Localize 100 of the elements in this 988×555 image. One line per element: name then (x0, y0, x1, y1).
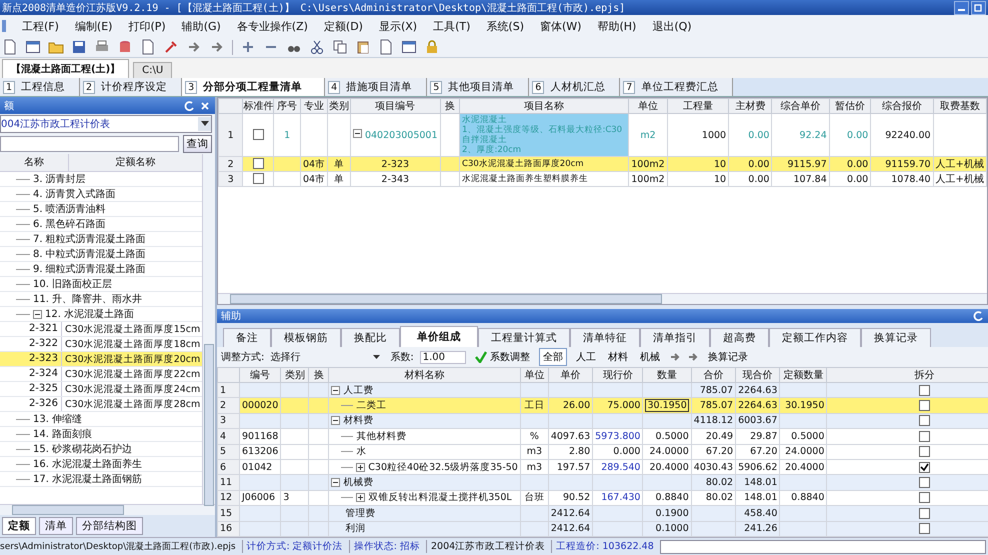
menu-item[interactable]: 定额(D) (324, 18, 363, 34)
plus-icon[interactable] (240, 39, 256, 55)
tab[interactable]: 模板钢筋 (271, 328, 341, 347)
copy-icon[interactable] (332, 39, 348, 55)
tree-item[interactable]: 4. 沥青贯入式路面 (33, 187, 116, 201)
tree-item[interactable]: 17. 水泥混凝土路面钢筋 (33, 472, 142, 486)
tree-item[interactable]: 3. 沥青封层 (33, 172, 86, 186)
search-button[interactable]: 查询 (183, 135, 212, 153)
tab[interactable]: 换配比 (341, 328, 400, 347)
refresh-icon[interactable] (973, 310, 984, 322)
page-tab[interactable]: 1 工程信息 (0, 78, 80, 96)
tab[interactable]: 备注 (223, 328, 271, 347)
expand-icon[interactable] (356, 462, 366, 472)
menu-item[interactable]: 系统(S) (486, 18, 524, 34)
factor-field[interactable]: 1.00 (420, 350, 466, 364)
quota-code[interactable]: 2-321 (0, 322, 62, 336)
tree-item[interactable]: 15. 砂浆砌花岗石护边 (33, 442, 132, 456)
menu-item[interactable]: 显示(X) (378, 18, 418, 34)
filter-button[interactable]: 人工 (572, 349, 599, 365)
checkbox[interactable] (918, 446, 930, 458)
cut-icon[interactable] (309, 39, 325, 55)
filter-button[interactable]: 全部 (538, 348, 567, 366)
menu-item[interactable]: 帮助(H) (597, 18, 636, 34)
quota-name[interactable]: C30水泥混凝土路面厚度18cm (62, 338, 200, 350)
menu-item[interactable]: 各专业操作(Z) (236, 18, 308, 34)
collapse-icon[interactable] (331, 386, 340, 395)
checkbox[interactable] (918, 430, 930, 442)
tab[interactable]: 清单特征 (570, 328, 640, 347)
page-tab[interactable]: 3 分部分项工程量清单 (182, 78, 326, 96)
panel-tab[interactable]: 清单 (39, 517, 73, 535)
vertical-scrollbar[interactable] (202, 154, 215, 504)
collapse-icon[interactable] (352, 129, 362, 138)
tab[interactable]: 工程量计算式 (478, 328, 570, 347)
search-field[interactable] (0, 136, 179, 152)
quota-code[interactable]: 2-323 (0, 352, 62, 366)
checkbox[interactable] (918, 400, 930, 412)
tree-item[interactable]: 11. 升、降窨井、雨水井 (33, 292, 142, 306)
quota-name[interactable]: C30水泥混凝土路面厚度20cm (62, 352, 200, 366)
tree-item[interactable]: 13. 伸缩缝 (33, 412, 82, 426)
document-tab[interactable]: 【混凝土路面工程(土)】 (2, 59, 130, 78)
collapse-icon[interactable] (331, 478, 340, 488)
doc-icon[interactable] (378, 39, 394, 55)
menu-item[interactable]: 打印(P) (128, 18, 166, 34)
tab[interactable]: 定额工作内容 (769, 328, 861, 347)
tab[interactable]: 换算记录 (861, 328, 931, 347)
menu-item[interactable]: 编制(E) (74, 18, 112, 34)
library-dropdown[interactable]: 004江苏市政工程计价表 (0, 115, 212, 133)
checkbox[interactable] (252, 173, 264, 184)
checkbox[interactable] (918, 508, 930, 519)
window-icon[interactable] (401, 39, 417, 55)
quota-code[interactable]: 2-322 (0, 337, 62, 351)
arrow-icon[interactable] (686, 351, 699, 363)
menu-item[interactable]: 窗体(W) (540, 18, 582, 34)
quota-code[interactable]: 2-325 (0, 382, 62, 396)
menu-item[interactable]: 辅助(G) (182, 18, 221, 34)
checkbox[interactable] (252, 158, 264, 170)
menu-item[interactable]: 工具(T) (433, 18, 470, 34)
tree-item[interactable]: 7. 粗粒式沥青混凝土路面 (33, 232, 146, 246)
window-icon[interactable] (25, 39, 41, 55)
quota-name[interactable]: C30水泥混凝土路面厚度24cm (62, 382, 200, 396)
close-icon[interactable] (199, 100, 211, 112)
quota-name[interactable]: C30水泥混凝土路面厚度15cm (62, 322, 200, 336)
checkbox[interactable] (918, 415, 930, 426)
page-tab[interactable]: 5 其他项目清单 (427, 78, 530, 96)
refresh-icon[interactable] (183, 100, 195, 112)
collapse-icon[interactable] (331, 416, 340, 426)
panel-tab[interactable]: 定额 (2, 517, 36, 535)
doc-icon[interactable] (140, 39, 156, 55)
tab[interactable]: 超高费 (710, 328, 769, 347)
quota-code[interactable]: 2-326 (0, 397, 62, 411)
checkbox[interactable] (918, 384, 930, 396)
horizontal-scrollbar[interactable] (218, 293, 987, 304)
page-tab[interactable]: 6 人材机汇总 (529, 78, 620, 96)
page-tab[interactable]: 2 计价程序设定 (80, 78, 182, 96)
horizontal-scrollbar[interactable] (0, 504, 215, 515)
quota-name[interactable]: C30水泥混凝土路面厚度28cm (62, 398, 200, 410)
quota-code[interactable]: 2-324 (0, 367, 62, 381)
page-tab[interactable]: 4 措施项目清单 (325, 78, 428, 96)
checkbox[interactable] (918, 462, 930, 473)
lock-icon[interactable] (424, 39, 440, 55)
tree-item[interactable]: 14. 路面刻痕 (33, 427, 92, 441)
expand-icon[interactable] (356, 493, 366, 502)
quota-name[interactable]: C30水泥混凝土路面厚度22cm (62, 368, 200, 380)
minimize-button[interactable] (954, 0, 969, 14)
tab[interactable]: 单价组成 (400, 326, 478, 347)
doc-icon[interactable] (2, 39, 18, 55)
filter-button[interactable]: 材料 (604, 349, 631, 365)
conversion-record-button[interactable]: 换算记录 (704, 349, 751, 365)
save-icon[interactable] (71, 39, 87, 55)
arrow-icon[interactable] (668, 351, 681, 363)
restore-button[interactable] (971, 0, 986, 14)
tree-item[interactable]: 8. 中粒式沥青混凝土路面 (33, 247, 146, 261)
tree-item[interactable]: 16. 水泥混凝土路面养生 (33, 457, 142, 471)
document-tab[interactable]: C:\U (133, 62, 172, 78)
checkbox[interactable] (918, 523, 930, 534)
tree-item[interactable]: 10. 旧路面校正层 (33, 277, 112, 291)
checkbox[interactable] (252, 129, 264, 140)
checkbox[interactable] (918, 476, 930, 488)
mode-dropdown[interactable]: 选择行 (270, 350, 384, 364)
tree-item[interactable]: 5. 喷洒沥青油料 (33, 202, 106, 216)
